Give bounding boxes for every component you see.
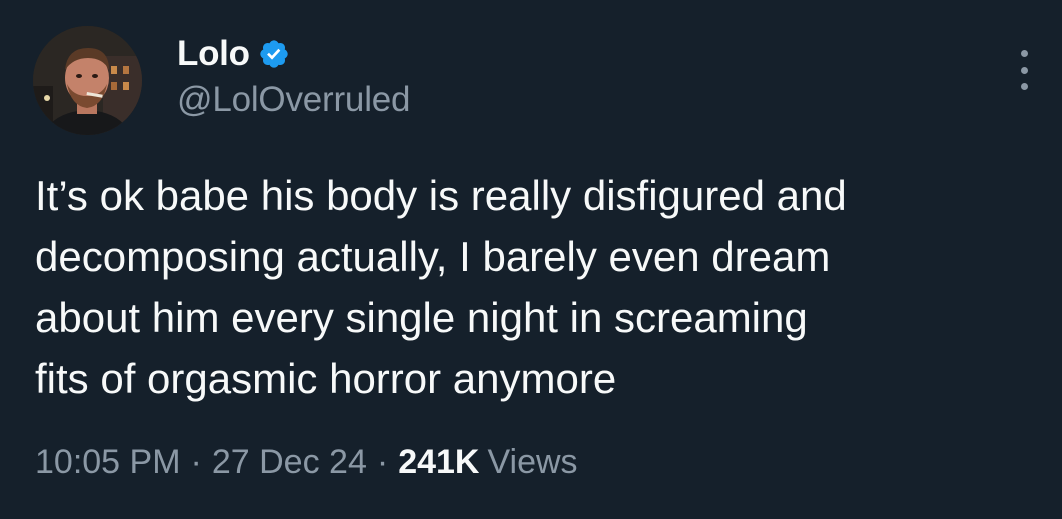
avatar[interactable]	[33, 26, 142, 135]
verified-badge-icon[interactable]	[258, 38, 290, 70]
tweet-text-line: It’s ok babe his body is really disfigur…	[35, 172, 847, 219]
user-handle[interactable]: @LolOverruled	[177, 80, 411, 120]
tweet-text-line: fits of orgasmic horror anymore	[35, 355, 617, 402]
more-options-icon[interactable]	[1008, 50, 1040, 90]
views-label[interactable]: Views	[487, 443, 577, 482]
views-count[interactable]: 241K	[398, 443, 479, 482]
more-dot	[1020, 50, 1028, 57]
tweet-time[interactable]: 10:05 PM	[35, 443, 181, 482]
tweet-metadata: 10:05 PM · 27 Dec 24 · 241K Views	[35, 443, 578, 482]
tweet-card: Lolo @LolOverruled It’s ok babe his body…	[0, 0, 1062, 519]
tweet-date[interactable]: 27 Dec 24	[212, 443, 367, 482]
author-name-row: Lolo	[177, 33, 290, 75]
tweet-text-line: decomposing actually, I barely even drea…	[35, 233, 831, 280]
avatar-photo	[33, 26, 142, 135]
display-name[interactable]: Lolo	[177, 34, 250, 74]
more-dot	[1020, 66, 1028, 74]
meta-separator: ·	[190, 443, 202, 481]
more-dot	[1020, 83, 1028, 90]
tweet-text-line: about him every single night in screamin…	[35, 294, 808, 341]
tweet-text: It’s ok babe his body is really disfigur…	[35, 165, 1045, 409]
meta-separator: ·	[376, 443, 389, 481]
